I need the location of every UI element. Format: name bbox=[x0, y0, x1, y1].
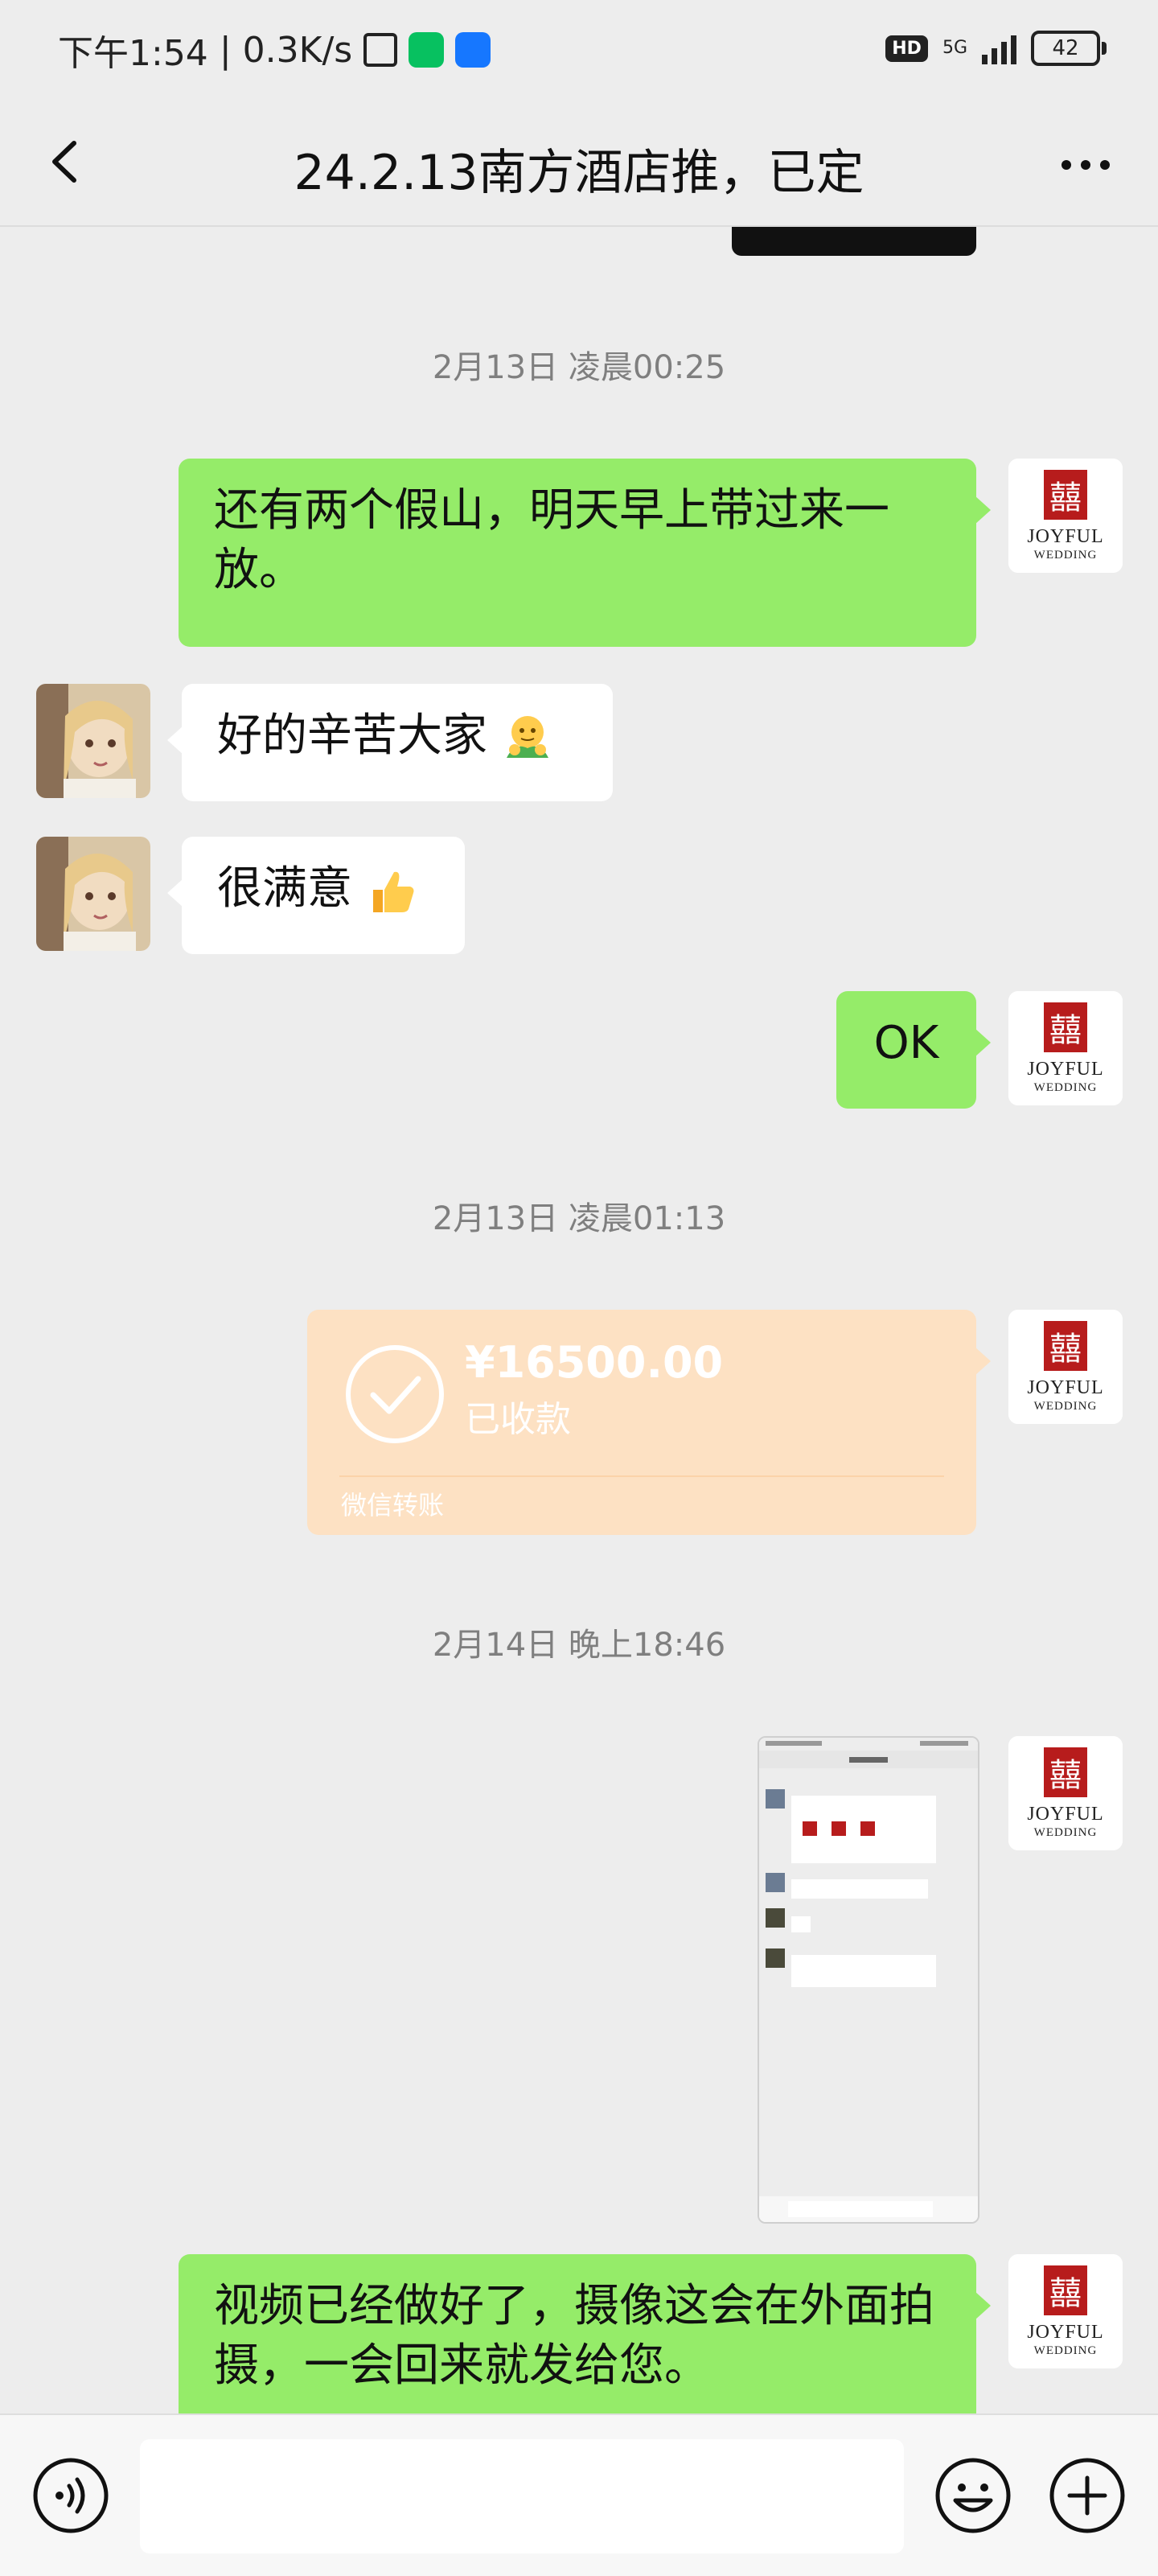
video-message-partial[interactable] bbox=[732, 227, 976, 256]
svg-text:JOYFUL: JOYFUL bbox=[1027, 1059, 1103, 1080]
svg-text:囍: 囍 bbox=[1049, 479, 1082, 516]
avatar-self[interactable]: 囍 JOYFUL WEDDING bbox=[1008, 991, 1123, 1105]
svg-text:囍: 囍 bbox=[1049, 1757, 1082, 1794]
joyful-wedding-logo: 囍 JOYFUL WEDDING bbox=[1008, 2254, 1123, 2368]
emoji-hug-icon bbox=[506, 715, 548, 758]
transfer-footer: 微信转账 bbox=[341, 1490, 445, 1520]
timestamp: 2月13日 凌晨01:13 bbox=[432, 1200, 726, 1237]
check-circle-icon bbox=[346, 1345, 444, 1443]
message-bubble-sent[interactable]: 还有两个假山，明天早上带过来一放。 bbox=[179, 459, 991, 647]
svg-text:JOYFUL: JOYFUL bbox=[1027, 2322, 1103, 2343]
status-speed: 0.3K/s bbox=[242, 29, 353, 71]
contact-avatar-image bbox=[36, 837, 150, 951]
timestamp: 2月14日 晚上18:46 bbox=[432, 1627, 726, 1664]
timestamp: 2月13日 凌晨00:25 bbox=[432, 349, 726, 386]
image-message[interactable] bbox=[758, 1736, 979, 2224]
chat-title: 24.2.13南方酒店推，已定 bbox=[294, 145, 864, 201]
battery-icon: 42 bbox=[1031, 31, 1107, 66]
avatar-contact[interactable] bbox=[36, 837, 150, 951]
message-bubble-sent[interactable]: 视频已经做好了，摄像这会在外面拍摄，一会回来就发给您。 bbox=[179, 2254, 991, 2413]
chat-header: 24.2.13南方酒店推，已定 bbox=[0, 105, 1158, 227]
hd-icon: HD bbox=[885, 35, 928, 62]
message-text: 好的辛苦大家 bbox=[217, 710, 487, 762]
svg-text:JOYFUL: JOYFUL bbox=[1027, 526, 1103, 547]
network-type: 5G bbox=[942, 38, 967, 58]
joyful-wedding-logo: 囍 JOYFUL WEDDING bbox=[1008, 1310, 1123, 1424]
joyful-wedding-logo: 囍 JOYFUL WEDDING bbox=[1008, 1736, 1123, 1850]
svg-text:WEDDING: WEDDING bbox=[1034, 1400, 1098, 1413]
thumbs-up-icon bbox=[372, 871, 414, 912]
divider bbox=[339, 1475, 944, 1477]
contact-avatar-image bbox=[36, 684, 150, 798]
avatar-self[interactable]: 囍 JOYFUL WEDDING bbox=[1008, 2254, 1123, 2368]
avatar-self[interactable]: 囍 JOYFUL WEDDING bbox=[1008, 1310, 1123, 1424]
emoji-icon[interactable] bbox=[933, 2455, 1013, 2536]
joyful-wedding-logo: 囍 JOYFUL WEDDING bbox=[1008, 459, 1123, 573]
svg-text:WEDDING: WEDDING bbox=[1034, 549, 1098, 562]
message-bubble-sent[interactable]: OK bbox=[836, 991, 991, 1109]
svg-text:WEDDING: WEDDING bbox=[1034, 1081, 1098, 1094]
svg-text:JOYFUL: JOYFUL bbox=[1027, 1377, 1103, 1398]
more-icon[interactable] bbox=[1053, 137, 1118, 193]
svg-text:囍: 囍 bbox=[1049, 1331, 1082, 1368]
svg-text:WEDDING: WEDDING bbox=[1034, 2344, 1098, 2357]
message-input[interactable] bbox=[140, 2439, 904, 2553]
message-bubble-received[interactable]: 好的辛苦大家 bbox=[167, 684, 613, 801]
avatar-self[interactable]: 囍 JOYFUL WEDDING bbox=[1008, 1736, 1123, 1850]
voice-icon[interactable] bbox=[31, 2455, 111, 2536]
joyful-wedding-logo: 囍 JOYFUL WEDDING bbox=[1008, 991, 1123, 1105]
status-right: HD 5G 42 bbox=[885, 31, 1107, 66]
message-text: 很满意 bbox=[217, 862, 352, 915]
status-left: 下午1:54 | 0.3K/s bbox=[58, 24, 491, 76]
svg-text:JOYFUL: JOYFUL bbox=[1027, 1804, 1103, 1825]
avatar-contact[interactable] bbox=[36, 684, 150, 798]
status-time: 下午1:54 bbox=[58, 33, 208, 74]
alipay-icon bbox=[455, 32, 491, 68]
signal-icon bbox=[982, 32, 1016, 64]
transfer-amount: ¥16500.00 bbox=[465, 1337, 724, 1388]
input-bar bbox=[0, 2413, 1158, 2576]
transfer-status: 已收款 bbox=[465, 1399, 571, 1440]
wechat-icon bbox=[409, 32, 445, 68]
status-bar: 下午1:54 | 0.3K/s HD 5G 42 bbox=[0, 0, 1158, 105]
screenshot-thumbnail bbox=[759, 1738, 978, 2222]
svg-text:囍: 囍 bbox=[1049, 2275, 1082, 2312]
avatar-self[interactable]: 囍 JOYFUL WEDDING bbox=[1008, 459, 1123, 573]
svg-text:囍: 囍 bbox=[1049, 1012, 1082, 1049]
transfer-card[interactable]: ¥16500.00 已收款 微信转账 bbox=[307, 1310, 991, 1535]
svg-text:WEDDING: WEDDING bbox=[1034, 1826, 1098, 1839]
nfc-icon bbox=[363, 33, 398, 67]
chat-area[interactable]: 2月13日 凌晨00:25 还有两个假山，明天早上带过来一放。 囍 JOYFUL… bbox=[0, 227, 1158, 2413]
plus-icon[interactable] bbox=[1047, 2455, 1127, 2536]
message-bubble-received[interactable]: 很满意 bbox=[167, 837, 465, 954]
